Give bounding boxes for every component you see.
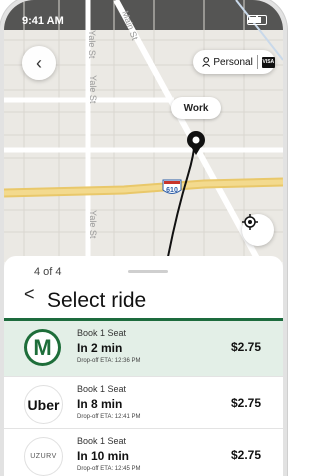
ride-option-uzurv[interactable]: UZURV Book 1 Seat In 10 min Drop-off ETA… [4,429,283,476]
profile-chip[interactable]: Personal VISA [193,50,275,74]
ride-option-uber[interactable]: Uber Book 1 Seat In 8 min Drop-off ETA: … [4,377,283,429]
map-view[interactable]: Main St Yale St Yale St Yale St 610 9:41… [4,0,283,262]
ride-price: $2.75 [231,448,262,462]
ride-dropoff-eta: Drop-off ETA: 12:36 PM [77,358,141,364]
visa-card-icon: VISA [261,56,275,68]
ride-dropoff-eta: Drop-off ETA: 12:41 PM [77,414,141,420]
ride-seat-label: Book 1 Seat [77,384,127,394]
ride-dropoff-eta: Drop-off ETA: 12:45 PM [77,466,141,472]
uber-logo-icon: Uber [24,385,63,424]
ride-seat-label: Book 1 Seat [77,328,127,338]
locate-icon [242,214,258,230]
profile-label: Personal [213,56,253,68]
ride-pickup-time: In 10 min [77,449,130,463]
highway-shield: 610 [162,179,182,194]
ride-list: M Book 1 Seat In 2 min Drop-off ETA: 12:… [4,321,283,476]
ride-sheet: 4 of 4 < Select ride M Book 1 Seat In 2 … [4,256,283,476]
chip-divider [256,55,258,69]
uzurv-logo-icon: UZURV [24,437,63,476]
status-bar: 9:41 AM [4,0,283,27]
map-back-button[interactable]: ‹ [22,46,56,80]
sheet-title: Select ride [47,289,147,312]
locate-button[interactable] [242,214,274,246]
street-label-yale-2: Yale St [88,75,98,104]
street-label-yale-1: Yale St [87,30,97,59]
person-icon [202,57,211,67]
metro-logo-icon: M [24,329,61,366]
step-indicator: 4 of 4 [34,266,62,278]
back-icon: ‹ [36,52,42,73]
sheet-back-button[interactable]: < [24,284,35,305]
status-icons [247,15,267,25]
battery-icon [247,15,267,25]
phone-frame: Main St Yale St Yale St Yale St 610 9:41… [4,0,283,476]
ride-price: $2.75 [231,340,262,354]
destination-label: Work [171,97,221,119]
street-label-yale-3: Yale St [88,210,98,239]
ride-pickup-time: In 2 min [77,341,123,355]
status-time: 9:41 AM [22,15,64,27]
ride-price: $2.75 [231,396,262,410]
ride-pickup-time: In 8 min [77,397,123,411]
highway-number: 610 [166,187,178,194]
ride-seat-label: Book 1 Seat [77,436,127,446]
sheet-grab-handle[interactable] [128,270,168,273]
ride-option-metro[interactable]: M Book 1 Seat In 2 min Drop-off ETA: 12:… [4,321,283,377]
